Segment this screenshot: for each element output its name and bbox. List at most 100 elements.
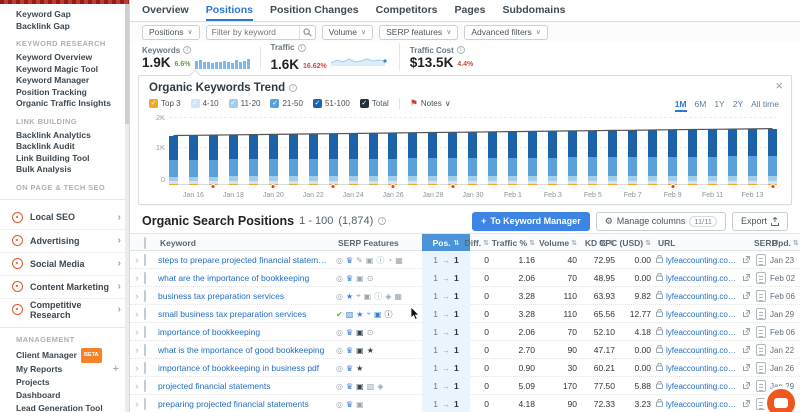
sidebar-item-my-reports[interactable]: My Reports + — [0, 363, 129, 376]
external-link-icon[interactable] — [743, 309, 750, 319]
legend-21-50[interactable]: ✓ 21-50 — [270, 99, 303, 108]
positions-filter-dropdown[interactable]: Positions ∨ — [142, 24, 200, 40]
keyword-link[interactable]: importance of bookkeeping — [158, 327, 336, 337]
keyword-link[interactable]: steps to prepare projected financial sta… — [158, 255, 336, 265]
external-link-icon[interactable] — [743, 255, 750, 265]
sidebar-item-position-tracking[interactable]: Position Tracking — [0, 87, 129, 99]
table-row[interactable]: › business tax preparation services ◎ ★ ⌖ ▣ ⓘ ◈… — [130, 287, 800, 305]
url-link[interactable]: lyfeaccounting.com/blog/what-are-project… — [666, 382, 740, 391]
sidebar-item-lead-generation-tool[interactable]: Lead Generation Tool — [0, 402, 129, 412]
info-icon[interactable]: i — [378, 217, 387, 225]
url-link[interactable]: lyfeaccounting.com/blog/what-are-project… — [666, 400, 740, 409]
legend-top-3[interactable]: ✓ Top 3 — [149, 99, 181, 108]
url-link[interactable]: lyfeaccounting.com/blog/bookkeeping-is-i… — [666, 346, 740, 355]
metric-traffic-cost[interactable]: Traffic Cost i $13.5K 4.4% — [410, 46, 484, 69]
sidebar-item-backlink-gap[interactable]: Backlink Gap — [0, 21, 129, 33]
row-checkbox[interactable] — [144, 362, 146, 374]
plus-icon[interactable]: + — [113, 363, 119, 376]
sidebar-scrollbar[interactable] — [125, 4, 129, 412]
info-icon[interactable]: i — [297, 43, 306, 52]
expand-row-icon[interactable]: › — [130, 255, 144, 265]
serp-snapshot-icon[interactable] — [756, 344, 766, 356]
row-checkbox[interactable] — [144, 326, 146, 338]
range-1m[interactable]: 1M — [674, 99, 687, 112]
sidebar-item-keyword-gap[interactable]: Keyword Gap — [0, 9, 129, 21]
expand-row-icon[interactable]: › — [130, 273, 144, 283]
checkbox-icon[interactable]: ✓ — [228, 99, 238, 108]
volume-filter-dropdown[interactable]: Volume ∨ — [321, 24, 374, 40]
keyword-link[interactable]: business tax preparation services — [158, 291, 336, 301]
expand-row-icon[interactable]: › — [130, 291, 144, 301]
table-row[interactable]: › what is the importance of good bookkeep… — [130, 341, 800, 359]
sort-icon[interactable]: ⇅ — [645, 239, 651, 247]
serp-snapshot-icon[interactable] — [756, 362, 766, 374]
url-link[interactable]: lyfeaccounting.com/small-business-tax-pr… — [666, 310, 740, 319]
col-diff[interactable]: Diff. ⇅ — [465, 238, 494, 248]
row-checkbox[interactable] — [144, 254, 146, 266]
note-marker-feb-9[interactable] — [670, 184, 676, 189]
advanced-filters-dropdown[interactable]: Advanced filters ∨ — [464, 24, 548, 40]
keyword-link[interactable]: projected financial statements — [158, 381, 336, 391]
sort-icon[interactable]: ⇅ — [483, 239, 489, 247]
expand-row-icon[interactable]: › — [130, 327, 144, 337]
sidebar-item-bulk-analysis[interactable]: Bulk Analysis — [0, 164, 129, 176]
range-2y[interactable]: 2Y — [733, 99, 743, 112]
checkbox-icon[interactable]: ✓ — [270, 99, 280, 108]
external-link-icon[interactable] — [743, 363, 750, 373]
row-checkbox[interactable] — [144, 272, 146, 284]
legend-total[interactable]: ✓ Total — [359, 99, 389, 108]
external-link-icon[interactable] — [743, 327, 750, 337]
serp-snapshot-icon[interactable] — [756, 272, 766, 284]
expand-row-icon[interactable]: › — [130, 363, 144, 373]
chat-widget-button[interactable] — [764, 386, 798, 412]
url-link[interactable]: lyfeaccounting.com/blog/bookkeeping-is-i… — [666, 274, 740, 283]
sidebar-item-client-manager[interactable]: Client Manager BETA — [0, 347, 129, 363]
sort-icon[interactable]: ⇅ — [793, 239, 799, 247]
row-checkbox[interactable] — [144, 308, 146, 320]
range-all-time[interactable]: All time — [751, 99, 779, 112]
external-link-icon[interactable] — [743, 345, 750, 355]
sort-icon[interactable]: ⇅ — [454, 239, 460, 247]
checkbox-icon[interactable]: ✓ — [359, 99, 369, 108]
legend-51-100[interactable]: ✓ 51-100 — [312, 99, 350, 108]
sidebar-item-projects[interactable]: Projects — [0, 376, 129, 389]
search-icon[interactable] — [298, 25, 315, 39]
expand-row-icon[interactable]: › — [130, 399, 144, 409]
table-row[interactable]: › small business tax preparation services… — [130, 305, 800, 323]
serp-snapshot-icon[interactable] — [756, 326, 766, 338]
col-serp[interactable]: SERP — [752, 238, 777, 248]
note-marker-jan-20[interactable] — [270, 184, 276, 189]
col-serp-features[interactable]: SERP Features — [336, 238, 422, 248]
metric-keywords[interactable]: Keywords i 1.9K 6.6% — [142, 45, 261, 69]
url-link[interactable]: lyfeaccounting.com/blog/what-are-project… — [666, 256, 740, 265]
external-link-icon[interactable] — [743, 273, 750, 283]
sidebar-tool-competitive-research[interactable]: Competitive Research › — [0, 297, 129, 321]
table-row[interactable]: › steps to prepare projected financial st… — [130, 251, 800, 269]
serp-snapshot-icon[interactable] — [756, 308, 766, 320]
select-all-checkbox[interactable] — [144, 237, 146, 249]
note-marker-jan-17[interactable] — [210, 184, 216, 189]
legend-4-10[interactable]: ✓ 4-10 — [190, 99, 219, 108]
info-icon[interactable]: i — [456, 46, 465, 54]
checkbox-icon[interactable]: ✓ — [312, 99, 322, 108]
serp-snapshot-icon[interactable] — [756, 380, 766, 392]
expand-row-icon[interactable]: › — [130, 345, 144, 355]
sidebar-item-backlink-analytics[interactable]: Backlink Analytics — [0, 130, 129, 142]
note-marker-jan-29[interactable] — [450, 184, 456, 189]
range-6m[interactable]: 6M — [695, 99, 707, 112]
row-checkbox[interactable] — [144, 290, 146, 302]
external-link-icon[interactable] — [743, 291, 750, 301]
url-link[interactable]: lyfeaccounting.com/small-business-tax-pr… — [666, 292, 740, 301]
sidebar-tool-content-marketing[interactable]: Content Marketing › — [0, 274, 129, 298]
close-icon[interactable]: × — [775, 79, 783, 92]
sidebar-tool-local-seo[interactable]: Local SEO › — [0, 206, 129, 229]
note-marker-jan-23[interactable] — [330, 184, 336, 189]
tab-subdomains[interactable]: Subdomains — [502, 0, 565, 21]
keyword-filter-input[interactable] — [206, 25, 299, 39]
note-marker-jan-26[interactable] — [390, 184, 396, 189]
url-link[interactable]: lyfeaccounting.com/blog/bookkeeping-is-i… — [666, 328, 740, 337]
row-checkbox[interactable] — [144, 380, 146, 392]
row-checkbox[interactable] — [144, 344, 146, 356]
col-keyword[interactable]: Keyword — [158, 238, 336, 248]
tab-competitors[interactable]: Competitors — [376, 0, 438, 21]
